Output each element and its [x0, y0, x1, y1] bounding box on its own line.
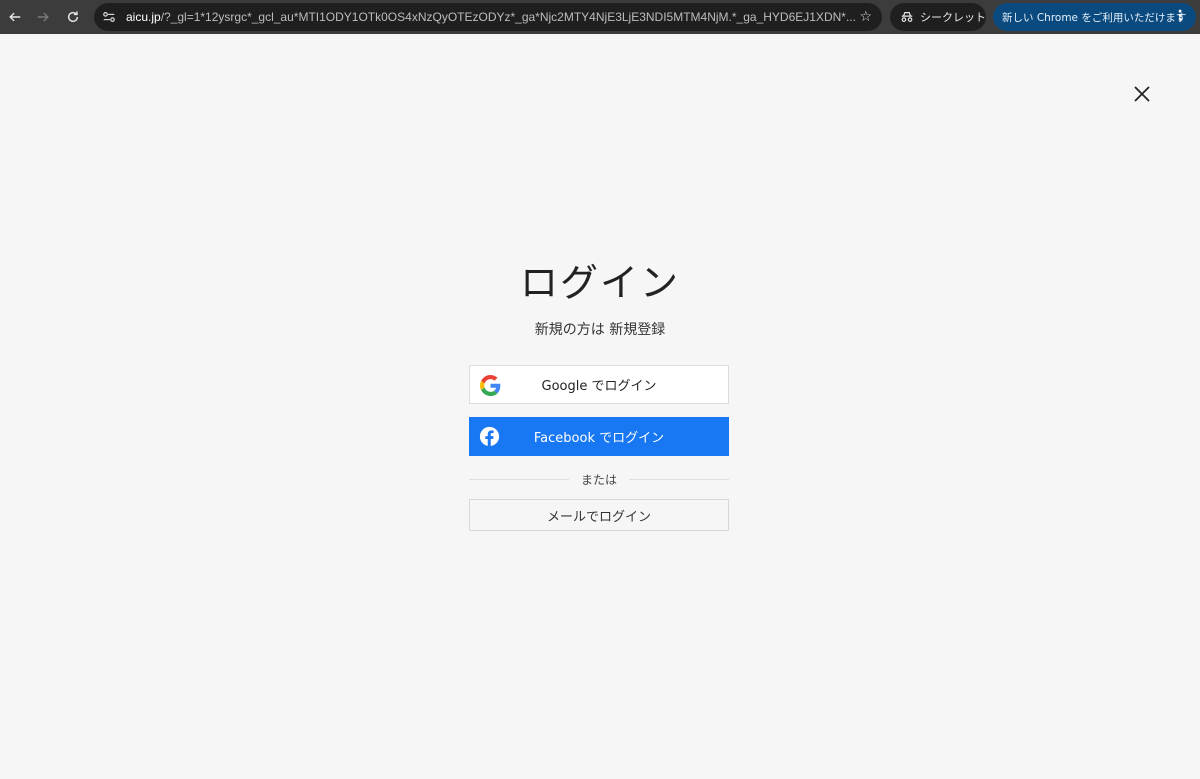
- browser-toolbar: aicu.jp/?_gl=1*12ysrgc*_gcl_au*MTI1ODY1O…: [0, 0, 1200, 34]
- url-path: /?_gl=1*12ysrgc*_gcl_au*MTI1ODY1OTk0OS4x…: [160, 10, 856, 24]
- google-login-button[interactable]: Google でログイン: [469, 365, 729, 404]
- close-icon: [1134, 86, 1150, 102]
- address-bar[interactable]: aicu.jp/?_gl=1*12ysrgc*_gcl_au*MTI1ODY1O…: [94, 3, 882, 31]
- or-divider: または: [469, 470, 730, 488]
- reload-button[interactable]: [59, 3, 87, 31]
- google-icon: [480, 375, 501, 396]
- incognito-label: シークレット: [920, 11, 986, 24]
- reload-icon: [67, 11, 79, 23]
- login-page: ログイン 新規の方は 新規登録 Google でログイン Facebook でロ…: [0, 34, 1200, 779]
- incognito-icon: [901, 12, 913, 22]
- back-arrow-icon: [9, 12, 21, 22]
- email-login-button[interactable]: メールでログイン: [469, 499, 729, 531]
- divider-line-left: [469, 478, 569, 480]
- star-icon[interactable]: ☆: [859, 9, 872, 25]
- forward-button[interactable]: [29, 3, 57, 31]
- page-title: ログイン: [519, 261, 680, 305]
- facebook-icon: [479, 426, 500, 447]
- forward-arrow-icon: [37, 12, 49, 22]
- back-button[interactable]: [1, 3, 29, 31]
- url-host: aicu.jp: [126, 10, 161, 24]
- signup-prefix: 新規の方は: [534, 322, 605, 338]
- site-settings-icon[interactable]: [102, 9, 118, 25]
- update-label: 新しい Chrome をご利用いただけます: [1002, 11, 1187, 24]
- facebook-login-button[interactable]: Facebook でログイン: [469, 417, 729, 456]
- close-button[interactable]: [1130, 82, 1154, 106]
- incognito-indicator[interactable]: シークレット: [890, 3, 986, 31]
- chrome-update-button[interactable]: 新しい Chrome をご利用いただけます ⋮: [993, 3, 1196, 31]
- facebook-login-label: Facebook でログイン: [533, 431, 665, 446]
- divider-label: または: [581, 472, 618, 487]
- email-login-label: メールでログイン: [546, 509, 651, 525]
- divider-line-right: [629, 478, 730, 480]
- kebab-menu-icon[interactable]: ⋮: [1173, 8, 1187, 24]
- google-login-label: Google でログイン: [541, 379, 657, 394]
- url-text: aicu.jp/?_gl=1*12ysrgc*_gcl_au*MTI1ODY1O…: [126, 10, 866, 24]
- signup-link[interactable]: 新規登録: [609, 322, 665, 338]
- signup-prompt: 新規の方は 新規登録: [0, 319, 1200, 339]
